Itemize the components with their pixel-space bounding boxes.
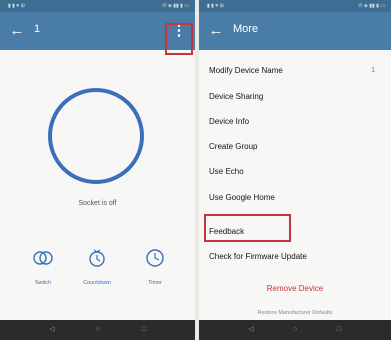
switch-control[interactable]: Switch: [21, 248, 65, 286]
menu-item-modify-device-name[interactable]: Modify Device Name 1: [209, 63, 383, 79]
back-arrow-icon[interactable]: ←: [8, 22, 26, 40]
countdown-control[interactable]: Countdown: [75, 248, 119, 286]
menu-item-label: Use Google Home: [209, 193, 275, 202]
remove-device-button[interactable]: Remove Device: [199, 284, 391, 293]
menu-item-label: Check for Firmware Update: [209, 252, 307, 261]
nav-recents-icon[interactable]: □: [140, 326, 148, 334]
menu-item-use-echo[interactable]: Use Echo: [209, 164, 383, 180]
device-control-screen: ▮ ▮ ♥ ⊞ ✆ ◈ ▮▮ ▮ ▭ ← 1 ⋮ Socket is off S…: [0, 0, 195, 340]
menu-item-label: Device Sharing: [209, 92, 264, 101]
status-right-icons: ✆ ◈ ▮▮ ▮ ▭: [162, 3, 189, 9]
system-nav-bar: ◁ ○ □: [0, 320, 195, 340]
menu-item-label: Use Echo: [209, 167, 244, 176]
timer-icon: [146, 249, 164, 267]
switch-label: Switch: [34, 280, 52, 286]
menu-item-label: Device Info: [209, 117, 250, 126]
switch-icon: [33, 251, 53, 265]
menu-item-device-info[interactable]: Device Info: [209, 114, 383, 130]
timer-control[interactable]: Timer: [133, 248, 177, 286]
status-bar: ▮ ▮ ♥ ⊞ ✆ ◈ ▮▮ ▮ ▭: [199, 0, 391, 12]
nav-back-icon[interactable]: ◁: [247, 326, 255, 334]
timer-label: Timer: [148, 280, 162, 286]
socket-status-text: Socket is off: [78, 200, 117, 207]
screen-title: More: [233, 23, 259, 35]
device-title: 1: [34, 23, 41, 35]
status-bar: ▮ ▮ ♥ ⊞ ✆ ◈ ▮▮ ▮ ▭: [0, 0, 195, 12]
status-right-icons: ✆ ◈ ▮▮ ▮ ▭: [358, 3, 385, 9]
device-name-value: 1: [371, 67, 375, 74]
menu-item-use-google-home[interactable]: Use Google Home: [209, 190, 383, 206]
menu-item-firmware-update[interactable]: Check for Firmware Update: [209, 249, 383, 265]
screenshot-pair: ▮ ▮ ♥ ⊞ ✆ ◈ ▮▮ ▮ ▭ ← 1 ⋮ Socket is off S…: [0, 0, 391, 340]
status-icons: ▮ ▮ ♥ ⊞: [207, 3, 224, 9]
more-menu-screen: ▮ ▮ ♥ ⊞ ✆ ◈ ▮▮ ▮ ▭ ← More Modify Device …: [199, 0, 391, 340]
feedback-highlight: [204, 214, 291, 242]
status-icons: ▮ ▮ ♥ ⊞: [8, 3, 25, 9]
app-bar: ← More: [199, 12, 391, 50]
back-arrow-icon[interactable]: ←: [207, 22, 225, 40]
nav-back-icon[interactable]: ◁: [48, 326, 56, 334]
restore-defaults-link[interactable]: Restore Manufacturer Defaults: [199, 310, 391, 316]
more-options-highlight: [165, 23, 193, 55]
nav-recents-icon[interactable]: □: [335, 326, 343, 334]
menu-item-device-sharing[interactable]: Device Sharing: [209, 89, 383, 105]
nav-home-icon[interactable]: ○: [291, 326, 299, 334]
countdown-label: Countdown: [83, 280, 111, 286]
menu-item-label: Create Group: [209, 142, 258, 151]
power-ring[interactable]: [48, 88, 144, 184]
menu-item-create-group[interactable]: Create Group: [209, 139, 383, 155]
menu-item-label: Modify Device Name: [209, 66, 283, 75]
nav-home-icon[interactable]: ○: [94, 326, 102, 334]
system-nav-bar: ◁ ○ □: [199, 320, 391, 340]
countdown-icon: [89, 249, 105, 267]
